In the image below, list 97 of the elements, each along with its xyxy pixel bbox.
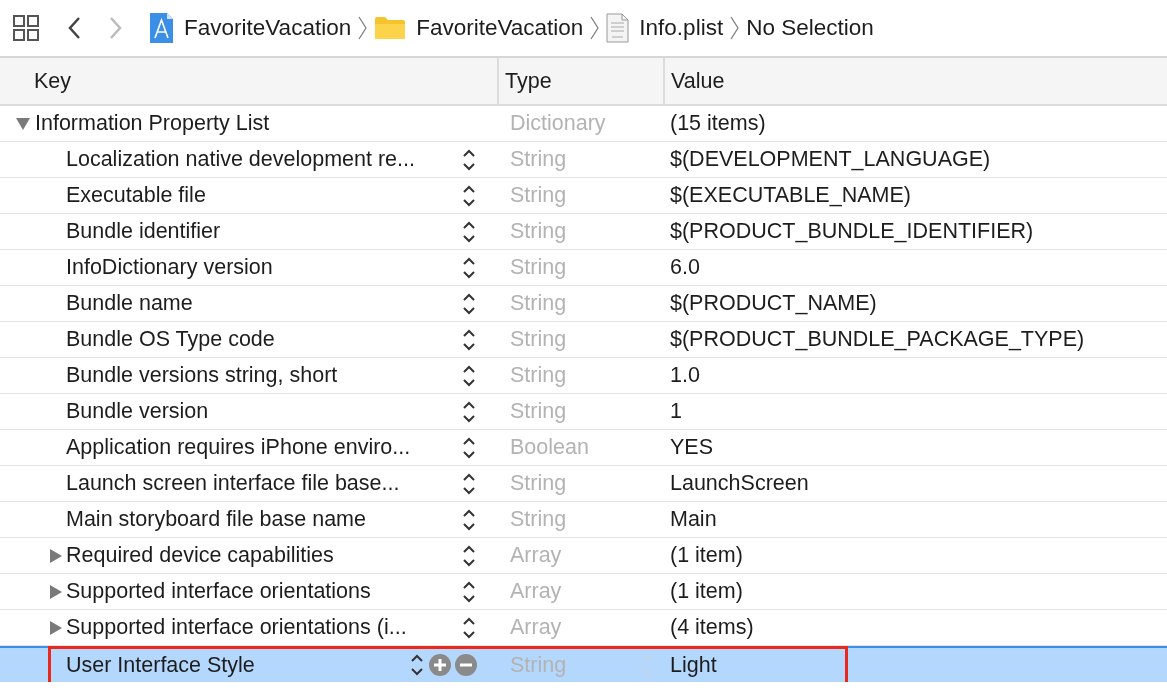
type-text: String [510, 507, 567, 532]
type-text: Dictionary [510, 111, 606, 136]
type-text: String [510, 291, 567, 316]
value-text: $(PRODUCT_NAME) [670, 291, 877, 316]
plist-file-icon [606, 13, 630, 43]
column-header[interactable]: Type [497, 58, 663, 104]
type-text: Boolean [510, 435, 589, 460]
stepper-icon[interactable] [461, 507, 477, 532]
value-text: 1 [670, 399, 682, 424]
plist-row[interactable]: Required device capabilities Array (1 item) [0, 538, 1167, 574]
key-text: Bundle name [66, 291, 194, 316]
type-text: String [510, 255, 567, 280]
plist-row[interactable]: Bundle OS Type code String $(PRODUCT_BUNDLE_PACKAGE_TYPE) [0, 322, 1167, 358]
plist-row[interactable]: Main storyboard file base name String Main [0, 502, 1167, 538]
folder-icon [374, 15, 407, 41]
stepper-icon[interactable] [461, 363, 477, 388]
value-text: LaunchScreen [670, 471, 809, 496]
key-text: Main storyboard file base name [66, 507, 367, 532]
breadcrumb-item[interactable]: FavoriteVacation [184, 15, 352, 41]
value-text: $(DEVELOPMENT_LANGUAGE) [670, 147, 991, 172]
value-text: Main [670, 507, 717, 532]
stepper-icon[interactable] [461, 615, 477, 640]
disclosure-triangle-icon[interactable] [15, 115, 31, 132]
value-text: 6.0 [670, 255, 700, 280]
key-text: User Interface Style [66, 652, 256, 678]
stepper-icon[interactable] [461, 147, 477, 172]
type-text: Array [510, 543, 562, 568]
plist-row[interactable]: Bundle identifier String $(PRODUCT_BUNDLE_IDENTIFIER) [0, 214, 1167, 250]
value-text: 1.0 [670, 363, 700, 388]
breadcrumb-item[interactable]: Info.plist [639, 15, 724, 41]
key-text: Bundle OS Type code [66, 327, 276, 352]
disclosure-triangle-icon[interactable] [48, 547, 64, 564]
key-text: Localization native development re... [66, 147, 416, 172]
key-text: Bundle version [66, 399, 210, 424]
key-text: Supported interface orientations (i... [66, 615, 408, 640]
key-text: Bundle identifier [66, 219, 222, 244]
path-separator-icon [589, 16, 601, 40]
plist-row[interactable]: Supported interface orientations Array (1 item) [0, 574, 1167, 610]
stepper-icon[interactable] [461, 183, 477, 208]
value-text: (1 item) [670, 543, 743, 568]
value-text: (4 items) [670, 615, 754, 640]
value-text: YES [670, 435, 714, 460]
grid-icon[interactable] [13, 15, 39, 41]
value-text: (1 item) [670, 579, 743, 604]
back-chevron-icon[interactable] [67, 16, 83, 40]
column-header[interactable]: Value [663, 58, 1167, 104]
plist-row[interactable]: Application requires iPhone enviro... Boolean YES [0, 430, 1167, 466]
stepper-icon[interactable] [461, 399, 477, 424]
value-text: $(PRODUCT_BUNDLE_IDENTIFIER) [670, 219, 1034, 244]
disclosure-triangle-icon[interactable] [48, 619, 64, 636]
type-text: String [510, 471, 567, 496]
path-separator-icon [357, 16, 369, 40]
key-text: Launch screen interface file base... [66, 471, 401, 496]
type-text: String [510, 219, 567, 244]
type-text: String [510, 363, 567, 388]
type-text: Array [510, 615, 562, 640]
value-text: $(EXECUTABLE_NAME) [670, 183, 911, 208]
column-header[interactable]: Key [0, 58, 497, 104]
plist-row[interactable]: InfoDictionary version String 6.0 [0, 250, 1167, 286]
stepper-icon[interactable] [461, 291, 477, 316]
plist-row[interactable]: Executable file String $(EXECUTABLE_NAME) [0, 178, 1167, 214]
key-text: Supported interface orientations [66, 579, 372, 604]
type-text: Array [510, 579, 562, 604]
stepper-icon[interactable] [409, 653, 425, 677]
key-text: Bundle versions string, short [66, 363, 339, 388]
stepper-icon[interactable] [461, 543, 477, 568]
value-text: $(PRODUCT_BUNDLE_PACKAGE_TYPE) [670, 327, 1085, 352]
value-text: (15 items) [670, 111, 766, 136]
plist-row[interactable]: User Interface Style String Light [0, 646, 1167, 682]
plist-row[interactable]: Bundle versions string, short String 1.0 [0, 358, 1167, 394]
type-text: String [510, 183, 567, 208]
type-text: String [510, 327, 567, 352]
stepper-icon[interactable] [461, 579, 477, 604]
stepper-icon[interactable] [461, 255, 477, 280]
plist-row[interactable]: Bundle version String 1 [0, 394, 1167, 430]
stepper-icon[interactable] [461, 219, 477, 244]
type-text: String [510, 399, 567, 424]
plist-row[interactable]: Localization native development re... String $(DEVELOPMENT_LANGUAGE) [0, 142, 1167, 178]
type-text: String [510, 147, 567, 172]
project-file-icon [149, 12, 174, 44]
key-text: Executable file [66, 183, 207, 208]
disclosure-triangle-icon[interactable] [48, 583, 64, 600]
type-text: String [510, 652, 567, 678]
key-text: Required device capabilities [66, 543, 335, 568]
stepper-icon[interactable] [461, 327, 477, 352]
key-text: Information Property List [35, 111, 271, 136]
plist-row[interactable]: Bundle name String $(PRODUCT_NAME) [0, 286, 1167, 322]
key-text: Application requires iPhone enviro... [66, 435, 412, 460]
breadcrumb-item[interactable]: No Selection [746, 15, 874, 41]
stepper-icon[interactable] [461, 435, 477, 460]
remove-icon[interactable] [455, 654, 477, 676]
value-text: Light [670, 652, 717, 678]
path-separator-icon [729, 16, 741, 40]
plist-row[interactable]: Launch screen interface file base... String LaunchScreen [0, 466, 1167, 502]
key-text: InfoDictionary version [66, 255, 274, 280]
breadcrumb-item[interactable]: FavoriteVacation [416, 15, 584, 41]
stepper-icon[interactable] [461, 471, 477, 496]
